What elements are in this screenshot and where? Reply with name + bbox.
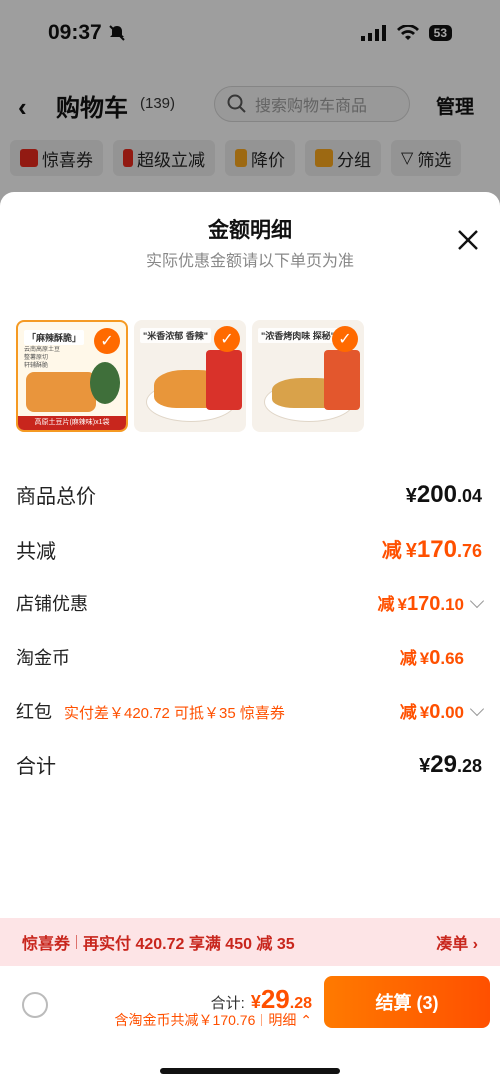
chevron-down-icon [469,593,485,609]
promo-info: 惊喜券 再实付 420.72 享满 450 减 35 [22,930,295,954]
chevron-up-icon: ⌃ [296,1012,312,1028]
row-shop-discount[interactable]: 店铺优惠 减 ¥ 170 .10 [16,590,485,616]
promo-divider [76,935,78,949]
amount-int: 170 [406,593,441,615]
chevron-down-icon [469,701,485,717]
discount-summary: 含淘金币共减￥170.76 明细 ⌃ [115,1010,312,1030]
row-label: 共减 [16,540,56,563]
row-value: 减 ¥ 170 .10 [377,590,485,616]
row-label: 淘金币 [16,648,70,668]
package-image [90,362,120,404]
row-hongbao[interactable]: 红包 实付差￥420.72 可抵￥35 惊喜券 减 ¥ 0 .00 [16,698,485,724]
row-label: 合计 [16,756,56,778]
amount-dec: .10 [440,595,464,614]
detail-toggle[interactable]: 明细 ⌃ [268,1010,312,1030]
product-thumb[interactable]: "浓香烤肉味 探秘" ✓ [252,320,364,432]
currency: ¥ [405,484,417,507]
row-total-reduce: 共减 减 ¥ 170 .76 [16,534,482,564]
close-icon[interactable] [456,228,480,252]
chips-image [26,372,96,412]
amount-dec: .66 [440,649,464,668]
row-label: 红包 [16,702,52,722]
package-image [206,350,242,410]
reduce-prefix: 减 [399,703,417,722]
product-tag: "浓香烤肉味 探秘" [258,328,339,343]
row-value: 减 ¥ 0 .00 [399,698,485,724]
promo-tag: 惊喜券 [22,936,71,953]
check-icon: ✓ [94,328,120,354]
amount-int: 0 [429,647,441,669]
sheet-title: 金额明细 [208,219,292,242]
hongbao-note: 实付差￥420.72 可抵￥35 惊喜券 [64,705,285,722]
divider [261,1014,263,1026]
currency: ¥ [397,595,407,614]
amount-int: 0 [429,701,441,723]
chevron-right-icon: › [472,936,478,953]
amount-dec: .76 [456,541,482,561]
amount-int: 200 [416,480,457,508]
package-image [324,350,360,410]
row-value: ¥ 200 .04 [406,481,482,509]
amount-int: 29 [430,750,457,778]
currency: ¥ [405,540,417,562]
row-value: 减 ¥ 170 .76 [382,534,482,564]
detail-label: 明细 [268,1012,297,1028]
row-value: ¥ 29 .28 [419,751,482,779]
reduce-prefix: 减 [399,649,417,668]
currency: ¥ [419,703,430,722]
product-feature: 整薯原切 [24,355,49,361]
amount-dec: .28 [456,755,482,776]
row-label: 店铺优惠 [16,594,88,614]
add-items-button[interactable]: 凑单 › [436,930,478,954]
product-tag: "米香浓郁 香辣" [140,328,212,343]
reduce-prefix: 减 [377,595,395,614]
product-bar: 高原土豆片(麻辣味)x1袋 [18,416,126,430]
sheet-subtitle: 实际优惠金额请以下单页为准 [145,253,354,270]
row-value: 减 ¥ 0 .66 [400,644,464,670]
amount-int: 170 [416,536,457,563]
discount-text: 含淘金币共减￥170.76 [114,1012,256,1028]
product-feature: 云南高原土豆 [24,347,61,353]
select-all-checkbox[interactable] [22,992,48,1018]
amount-dec: .00 [440,703,464,722]
amount-detail-sheet: 金额明细 实际优惠金额请以下单页为准 「麻辣酥脆」 云南高原土豆 整薯原切 轩辅… [0,192,500,1084]
home-indicator [160,1068,340,1074]
row-label: 商品总价 [16,486,96,508]
reduce-prefix: 减 [381,540,402,562]
currency: ¥ [419,649,430,668]
check-icon: ✓ [214,326,240,352]
surprise-coupon-bar[interactable]: 惊喜券 再实付 420.72 享满 450 减 35 凑单 › [0,918,500,966]
product-tag: 「麻辣酥脆」 [24,330,85,345]
promo-text: 再实付 420.72 享满 450 减 35 [83,936,295,953]
product-feature: 轩辅酥脆 [24,363,49,369]
amount-dec: .04 [456,485,482,506]
hongbao-label-group: 红包 实付差￥420.72 可抵￥35 惊喜券 [16,698,285,724]
product-features: 云南高原土豆 整薯原切 轩辅酥脆 [24,346,60,370]
product-thumb[interactable]: "米香浓郁 香辣" ✓ [134,320,246,432]
checkout-button[interactable]: 结算 (3) [324,976,490,1028]
row-taojinbi: 淘金币 减 ¥ 0 .66 [16,644,482,670]
row-total: 合计 ¥ 29 .28 [16,750,482,779]
check-icon: ✓ [332,326,358,352]
promo-action: 凑单 [436,936,469,953]
row-subtotal: 商品总价 ¥ 200 .04 [16,480,482,509]
checkout-bar: 合计: ¥ 29 .28 含淘金币共减￥170.76 明细 ⌃ 结算 (3) [0,966,500,1084]
product-thumbnails: 「麻辣酥脆」 云南高原土豆 整薯原切 轩辅酥脆 高原土豆片(麻辣味)x1袋 ✓ … [16,320,364,432]
product-thumb[interactable]: 「麻辣酥脆」 云南高原土豆 整薯原切 轩辅酥脆 高原土豆片(麻辣味)x1袋 ✓ [16,320,128,432]
currency: ¥ [419,754,431,777]
